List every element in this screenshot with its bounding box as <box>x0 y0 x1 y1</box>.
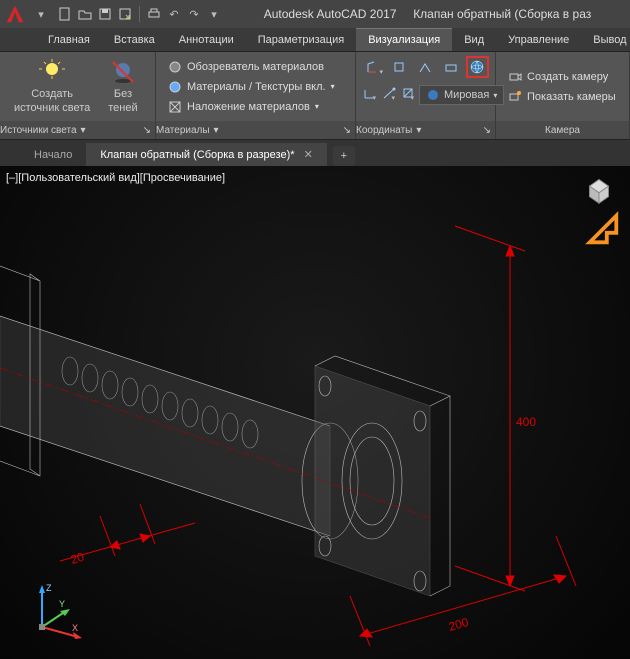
doc-tab-home[interactable]: Начало <box>20 144 86 166</box>
dimension-200: 200 <box>447 615 470 634</box>
quick-access-toolbar: ↶ ↷ ▾ <box>56 5 223 23</box>
panel-materials: Обозреватель материалов Материалы / Текс… <box>156 52 356 139</box>
material-overlay-label: Наложение материалов <box>187 101 310 113</box>
create-light-label: Создать источник света <box>14 88 90 114</box>
ribbon-tabs: Главная Вставка Аннотации Параметризация… <box>0 28 630 52</box>
no-shadow-label: Без теней <box>108 88 137 114</box>
panel-lights-label[interactable]: Источники света ▾ ↘ <box>0 121 155 139</box>
ribbon-body: Создать источник света Без теней Источни… <box>0 52 630 140</box>
ucs-icon-1[interactable]: ▾ <box>362 56 385 78</box>
title-app: Autodesk AutoCAD 2017 <box>264 7 397 21</box>
material-overlay-button[interactable]: Наложение материалов ▾ <box>164 98 339 116</box>
save-icon[interactable] <box>96 5 114 23</box>
window-title: Autodesk AutoCAD 2017 Клапан обратный (С… <box>229 7 626 21</box>
doc-tab-active[interactable]: Клапан обратный (Сборка в разрезе)* ✕ <box>86 143 326 166</box>
material-browser-button[interactable]: Обозреватель материалов <box>164 58 339 76</box>
svg-text:X: X <box>72 623 78 633</box>
doc-tab-add[interactable]: + <box>333 146 355 166</box>
panel-lights: Создать источник света Без теней Источни… <box>0 52 156 139</box>
dimension-20: 20 <box>69 550 86 567</box>
ucs-icon-6[interactable]: ▾ <box>381 82 397 104</box>
tab-manage[interactable]: Управление <box>496 29 581 51</box>
saveas-icon[interactable] <box>116 5 134 23</box>
tab-insert[interactable]: Вставка <box>102 29 167 51</box>
no-shadow-button[interactable]: Без теней <box>102 56 143 116</box>
qat-dropdown-icon[interactable]: ▾ <box>205 5 223 23</box>
tab-home[interactable]: Главная <box>36 29 102 51</box>
tab-output[interactable]: Вывод <box>581 29 630 51</box>
ucs-globe-button[interactable] <box>466 56 489 78</box>
chevron-down-icon: ▾ <box>416 125 421 136</box>
dialog-launcher-icon[interactable]: ↘ <box>143 125 151 136</box>
model-canvas: 400 200 20 <box>0 166 630 659</box>
tab-view[interactable]: Вид <box>452 29 496 51</box>
panel-coords-label[interactable]: Координаты ▾ ↘ <box>356 121 495 139</box>
panel-camera: Создать камеру Показать камеры Камера <box>496 52 630 139</box>
ucs-world-label: Мировая <box>444 89 489 101</box>
create-camera-button[interactable]: Создать камеру <box>504 68 620 86</box>
undo-icon[interactable]: ↶ <box>165 5 183 23</box>
ucs-gizmo[interactable]: Z X Y <box>24 581 84 641</box>
document-tabs: Начало Клапан обратный (Сборка в разрезе… <box>0 140 630 166</box>
ucs-icon-4[interactable] <box>440 56 463 78</box>
app-logo[interactable] <box>4 3 26 25</box>
svg-text:Z: Z <box>46 583 52 593</box>
open-icon[interactable] <box>76 5 94 23</box>
material-textures-button[interactable]: Материалы / Текстуры вкл. ▾ <box>164 78 339 96</box>
panel-coords: ▾ ▾ ▾ ▾ Мировая ▾ Координаты ▾ ↘ <box>356 52 496 139</box>
create-camera-label: Создать камеру <box>527 71 608 83</box>
dialog-launcher-icon[interactable]: ↘ <box>483 125 491 136</box>
ucs-icon-7[interactable]: ▾ <box>400 82 416 104</box>
show-cameras-label: Показать камеры <box>527 91 616 103</box>
redo-icon[interactable]: ↷ <box>185 5 203 23</box>
panel-materials-label[interactable]: Материалы ▾ ↘ <box>156 121 355 139</box>
close-icon[interactable]: ✕ <box>304 149 313 161</box>
ucs-icon-2[interactable] <box>388 56 411 78</box>
tab-visualize[interactable]: Визуализация <box>356 28 452 51</box>
svg-text:Y: Y <box>59 599 65 609</box>
title-file: Клапан обратный (Сборка в раз <box>413 7 591 21</box>
ucs-world-combo[interactable]: Мировая ▾ <box>419 85 504 105</box>
plot-icon[interactable] <box>145 5 163 23</box>
app-menu-dropdown-icon[interactable]: ▾ <box>32 5 50 23</box>
create-light-button[interactable]: Создать источник света <box>8 56 96 116</box>
new-icon[interactable] <box>56 5 74 23</box>
ucs-icon-3[interactable] <box>414 56 437 78</box>
viewport[interactable]: [–][Пользовательский вид][Просвечивание] <box>0 166 630 659</box>
show-cameras-button[interactable]: Показать камеры <box>504 88 620 106</box>
dimension-400: 400 <box>516 415 536 429</box>
chevron-down-icon: ▾ <box>214 125 219 136</box>
material-browser-label: Обозреватель материалов <box>187 61 324 73</box>
ucs-icon-5[interactable]: ▾ <box>362 82 378 104</box>
material-textures-label: Материалы / Текстуры вкл. <box>187 81 326 93</box>
tab-annotate[interactable]: Аннотации <box>167 29 246 51</box>
chevron-down-icon: ▾ <box>81 125 86 136</box>
panel-camera-label[interactable]: Камера <box>496 121 629 139</box>
tab-parametric[interactable]: Параметризация <box>246 29 356 51</box>
chevron-down-icon: ▾ <box>315 102 319 111</box>
chevron-down-icon: ▾ <box>331 82 335 91</box>
titlebar: ▾ ↶ ↷ ▾ Autodesk AutoCAD 2017 Клапан обр… <box>0 0 630 28</box>
dialog-launcher-icon[interactable]: ↘ <box>343 125 351 136</box>
